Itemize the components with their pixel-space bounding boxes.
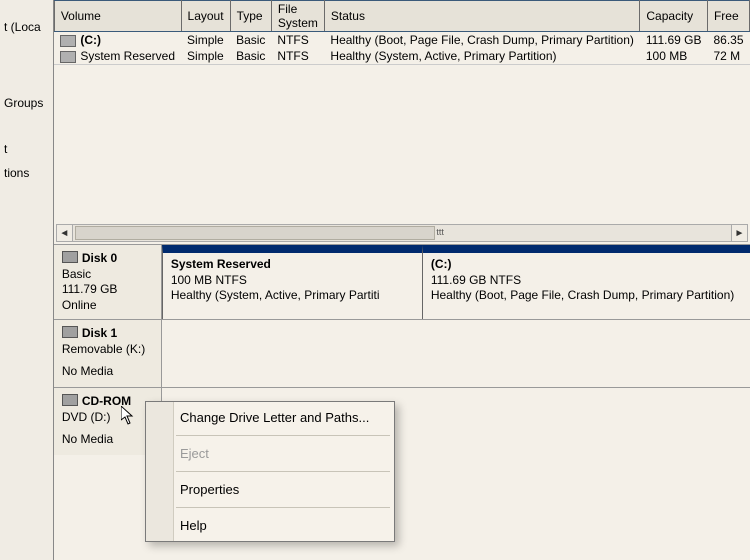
cell: Basic [230,32,271,49]
disk-label[interactable]: Disk 0 Basic 111.79 GB Online [54,245,162,319]
sidebar-item[interactable]: Groups [0,92,53,114]
disk-type: DVD (D:) [62,410,153,426]
scroll-right-button[interactable]: ► [731,225,747,241]
sidebar-item[interactable]: tions [0,162,53,184]
menu-item-change-drive-letter[interactable]: Change Drive Letter and Paths... [146,402,394,433]
col-layout[interactable]: Layout [181,1,230,32]
cell: 111.69 GB [640,32,708,49]
partition-size: 111.69 GB NTFS [431,273,742,289]
menu-item-eject[interactable]: Eject [146,438,394,469]
partition-title: (C:) [431,257,742,273]
removable-icon: Disk 1 [62,326,153,342]
disk-label[interactable]: Disk 1 Removable (K:) No Media [54,320,162,387]
col-capacity[interactable]: Capacity [640,1,708,32]
disk-state: No Media [62,364,153,380]
cell: Simple [181,48,230,64]
scroll-thumb[interactable] [75,226,435,240]
col-free[interactable]: Free [707,1,749,32]
volume-table[interactable]: Volume Layout Type File System Status Ca… [54,0,750,64]
volume-name: System Reserved [80,49,175,63]
col-status[interactable]: Status [324,1,639,32]
sidebar-item[interactable]: t [0,138,53,160]
menu-separator [176,471,390,472]
cdrom-icon: CD-ROM [62,394,153,410]
col-filesystem[interactable]: File System [271,1,324,32]
cell: NTFS [271,48,324,64]
disk-state: Online [62,298,153,314]
disk-row[interactable]: Disk 1 Removable (K:) No Media [54,319,750,387]
scroll-left-button[interactable]: ◄ [57,225,73,241]
cell: 72 M [707,48,749,64]
cell: Simple [181,32,230,49]
col-type[interactable]: Type [230,1,271,32]
partition-block[interactable]: (C:) 111.69 GB NTFS Healthy (Boot, Page … [422,245,750,319]
disk-type: Removable (K:) [62,342,153,358]
scroll-mark: ttt [436,227,442,239]
disk-row[interactable]: Disk 0 Basic 111.79 GB Online System Res… [54,244,750,319]
partition-block[interactable]: System Reserved 100 MB NTFS Healthy (Sys… [162,245,422,319]
horizontal-scrollbar[interactable]: ◄ ttt ► [56,224,748,242]
cell: Healthy (Boot, Page File, Crash Dump, Pr… [324,32,639,49]
table-row[interactable]: (C:) Simple Basic NTFS Healthy (Boot, Pa… [54,32,749,49]
sidebar-item[interactable]: t (Loca [0,16,53,38]
col-volume[interactable]: Volume [54,1,181,32]
empty-partition-area[interactable] [162,320,750,387]
context-menu: Change Drive Letter and Paths... Eject P… [145,401,395,542]
disk-size: 111.79 GB [62,282,153,298]
hdd-icon: Disk 0 [62,251,153,267]
partition-status: Healthy (Boot, Page File, Crash Dump, Pr… [431,288,742,304]
partition-title: System Reserved [171,257,414,273]
menu-separator [176,507,390,508]
partition-status: Healthy (System, Active, Primary Partiti [171,288,414,304]
cell: Healthy (System, Active, Primary Partiti… [324,48,639,64]
cell: Basic [230,48,271,64]
menu-separator [176,435,390,436]
cell: 100 MB [640,48,708,64]
menu-item-properties[interactable]: Properties [146,474,394,505]
disk-state: No Media [62,432,153,448]
cell: 86.35 [707,32,749,49]
volume-name: (C:) [80,33,101,47]
left-sidebar: t (Loca Groups t tions [0,0,54,560]
disk-type: Basic [62,267,153,283]
menu-item-help[interactable]: Help [146,510,394,541]
table-row[interactable]: System Reserved Simple Basic NTFS Health… [54,48,749,64]
partition-size: 100 MB NTFS [171,273,414,289]
volume-list-area[interactable]: ◄ ttt ► [54,64,750,244]
cell: NTFS [271,32,324,49]
